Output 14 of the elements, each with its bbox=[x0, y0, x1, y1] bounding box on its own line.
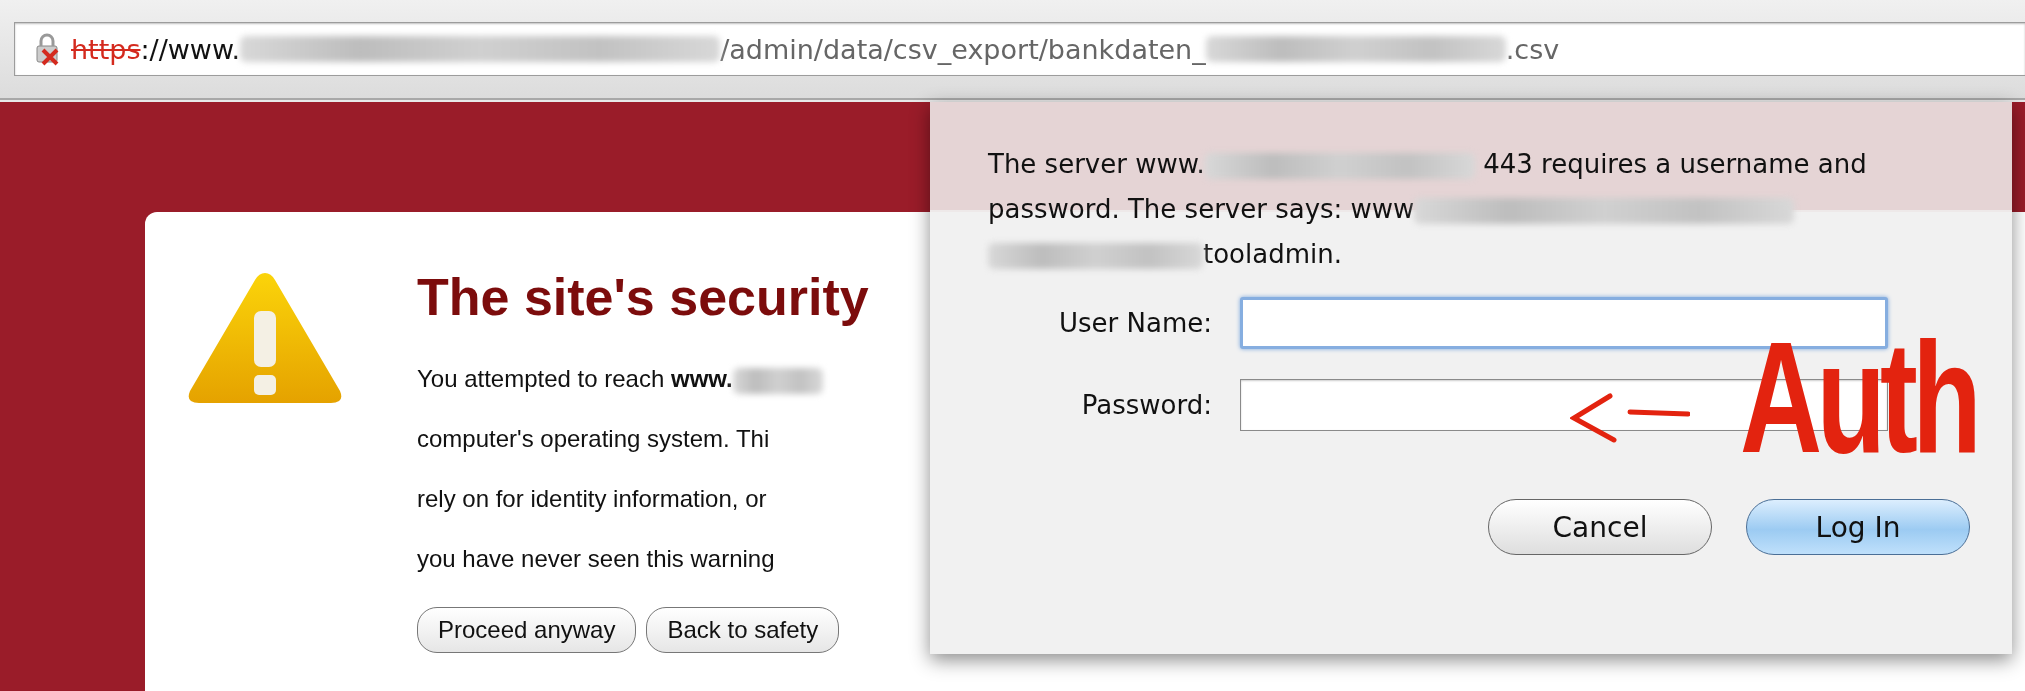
warning-heading: The site's security bbox=[417, 267, 869, 327]
field-label: User Name: bbox=[1058, 308, 1212, 338]
dialog-message: The server www. 443 requires a username and password. The server says: www tooladmin. bbox=[988, 148, 1868, 271]
cancel-button[interactable]: Cancel bbox=[1488, 499, 1712, 555]
page-button[interactable]: Back to safety bbox=[646, 607, 840, 653]
address-field[interactable]: https://www. /admin/data/csv_export/bankdaten_ .csv bbox=[14, 22, 2025, 76]
warning-text: You attempted to reach www. bbox=[417, 349, 869, 409]
login-button[interactable]: Log In bbox=[1746, 499, 1970, 555]
annotation-text: Auth bbox=[1740, 318, 1976, 476]
warning-text: rely on for identity information, or bbox=[417, 484, 768, 514]
page-button[interactable]: Proceed anyway bbox=[417, 607, 637, 653]
field-label: Password: bbox=[1080, 390, 1212, 420]
warning-text: you have never seen this warning bbox=[417, 544, 776, 574]
warning-text: computer's operating system. Thi bbox=[417, 424, 771, 454]
